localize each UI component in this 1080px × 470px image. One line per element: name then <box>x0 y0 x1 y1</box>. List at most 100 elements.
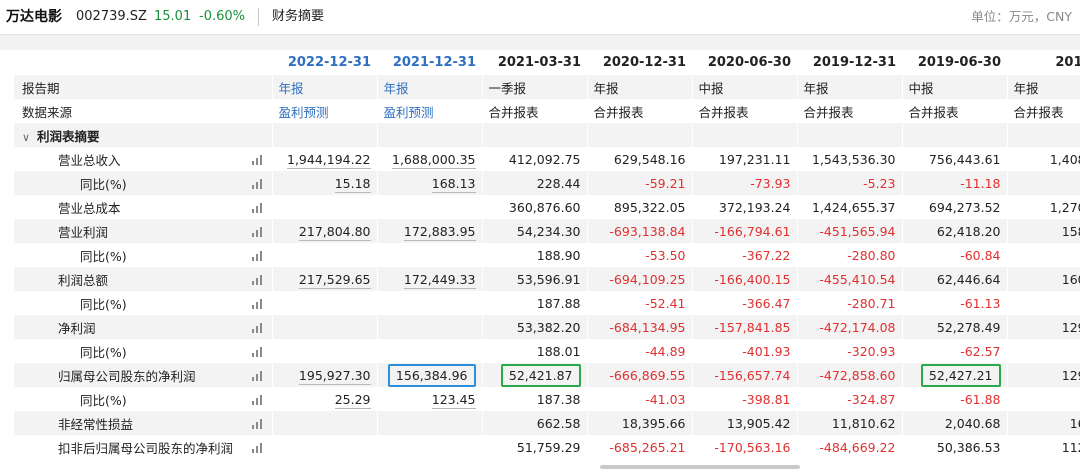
cell-value: 62,418.20 <box>936 223 1001 239</box>
cell-value: -156,657.74 <box>714 367 791 383</box>
chevron-down-icon[interactable]: ∨ <box>22 131 34 144</box>
row-label-text: 数据来源 <box>22 104 73 120</box>
forecast-link[interactable]: 盈利预测 <box>377 99 483 123</box>
cell-value: 18,395.66 <box>621 415 686 431</box>
value-cell: 662.58 <box>482 411 588 435</box>
cell-value: -666,869.55 <box>609 367 686 383</box>
value-cell: 172,449.33 <box>377 267 483 291</box>
cell-value: 895,322.05 <box>613 199 686 215</box>
value-cell: 53,596.91 <box>482 267 588 291</box>
row-label: 营业总成本 <box>14 195 273 219</box>
value-cell: 156,384.96 <box>377 363 483 387</box>
bar-chart-icon[interactable] <box>251 154 264 165</box>
value-cell: 11,810.62 <box>797 411 903 435</box>
value-cell: 123.45 <box>377 387 483 411</box>
cell-value: 187.88 <box>536 295 581 311</box>
data-source-cell: 合并报表 <box>902 99 1008 123</box>
cell-value: -694,109.25 <box>609 271 686 287</box>
cell-value: -693,138.84 <box>609 223 686 239</box>
data-source-cell: 合并报表 <box>482 99 588 123</box>
column-date-header[interactable]: 2021-03-31 <box>482 50 587 75</box>
cell-value: 217,804.80 <box>298 223 371 241</box>
cell-value: -5.23 <box>863 175 896 191</box>
cell-value: -280.80 <box>847 247 896 263</box>
cell-value: 694,273.52 <box>928 199 1001 215</box>
cell-value: -280.71 <box>847 295 896 311</box>
column-date-header[interactable]: 2018-1 <box>1007 50 1080 75</box>
table-row: 扣非后归属母公司股东的净利润 51,759.29 -685,265.21 -170,5… <box>14 435 1080 459</box>
unit-label: 单位：万元，CNY <box>971 9 1072 24</box>
table-row: 营业总收入 1,944,194.22 1,688,000.35 412,092.75 6… <box>14 147 1080 171</box>
value-cell: 52,278.49 <box>902 315 1008 339</box>
horizontal-scrollbar[interactable] <box>600 465 800 469</box>
financial-summary-table: 2022-12-31 2021-12-31 2021-03-31 2020-12-31… <box>14 50 1080 459</box>
bar-chart-icon[interactable] <box>251 394 264 405</box>
value-cell: 360,876.60 <box>482 195 588 219</box>
value-cell: 187.38 <box>482 387 588 411</box>
bar-chart-icon[interactable] <box>251 370 264 381</box>
bar-chart-icon[interactable] <box>251 250 264 261</box>
value-cell: 54,234.30 <box>482 219 588 243</box>
value-cell: 372,193.24 <box>692 195 798 219</box>
row-label-text: 报告期 <box>22 80 60 96</box>
cell-value: -59.21 <box>645 175 686 191</box>
cell-value: 360,876.60 <box>508 199 581 215</box>
value-cell: 195,927.30 <box>272 363 378 387</box>
cell-value: 195,927.30 <box>298 367 371 385</box>
stock-code: 002739.SZ <box>76 9 147 24</box>
value-cell: 1,270,86 <box>1007 195 1080 219</box>
value-cell: 197,231.11 <box>692 147 798 171</box>
cell-value: 756,443.61 <box>928 151 1001 167</box>
bar-chart-icon[interactable] <box>251 418 264 429</box>
section-label: 利润表摘要 <box>37 128 100 144</box>
row-label-text: 营业总成本 <box>58 200 121 216</box>
cell-value: 187.38 <box>536 391 581 407</box>
column-date-header[interactable]: 2021-12-31 <box>377 50 482 75</box>
bar-chart-icon[interactable] <box>251 298 264 309</box>
value-cell: -1 <box>1007 339 1080 363</box>
cell-value: -484,669.22 <box>819 439 896 455</box>
table-row: 同比(%) 25.29 123.45 187.38 -41.03 -398.81 -324.… <box>14 387 1080 411</box>
value-cell: -366.47 <box>692 291 798 315</box>
value-cell <box>377 435 483 459</box>
report-period-cell: 年报 <box>272 75 378 99</box>
cell-value: 16,58 <box>1069 415 1080 431</box>
cell-value: 1,944,194.22 <box>287 151 371 169</box>
value-cell: -694,109.25 <box>587 267 693 291</box>
value-cell: -280.80 <box>797 243 903 267</box>
section-toggle[interactable]: ∨ 利润表摘要 <box>14 123 273 147</box>
section-title: 财务摘要 <box>272 9 325 24</box>
bar-chart-icon[interactable] <box>251 442 264 453</box>
value-cell: -324.87 <box>797 387 903 411</box>
section-header-row[interactable]: ∨ 利润表摘要 <box>14 123 1080 147</box>
row-label-text: 同比(%) <box>80 248 127 264</box>
value-cell: -451,565.94 <box>797 219 903 243</box>
bar-chart-icon[interactable] <box>251 226 264 237</box>
report-period-cell: 年报 <box>1007 75 1080 99</box>
stock-name[interactable]: 万达电影 <box>6 8 62 26</box>
column-date-header[interactable]: 2019-06-30 <box>902 50 1007 75</box>
column-date-header[interactable]: 2020-06-30 <box>692 50 797 75</box>
bar-chart-icon[interactable] <box>251 274 264 285</box>
bar-chart-icon[interactable] <box>251 202 264 213</box>
column-date-header[interactable]: 2019-12-31 <box>797 50 902 75</box>
table-row: 同比(%) 188.01 -44.89 -401.93 -320.93 -62.57 -1 <box>14 339 1080 363</box>
value-cell: -41.03 <box>587 387 693 411</box>
bar-chart-icon[interactable] <box>251 322 264 333</box>
data-source-cell: 合并报表 <box>692 99 798 123</box>
value-cell <box>377 315 483 339</box>
cell-value: -60.84 <box>960 247 1001 263</box>
column-date-header[interactable]: 2020-12-31 <box>587 50 692 75</box>
value-cell: -52.41 <box>587 291 693 315</box>
bar-chart-icon[interactable] <box>251 178 264 189</box>
highlighted-value: 52,421.87 <box>500 363 581 387</box>
cell-value: 217,529.65 <box>298 271 371 289</box>
forecast-link[interactable]: 盈利预测 <box>272 99 378 123</box>
value-cell: -472,858.60 <box>797 363 903 387</box>
value-cell: -1 <box>1007 291 1080 315</box>
value-cell: 62,418.20 <box>902 219 1008 243</box>
column-date-header[interactable]: 2022-12-31 <box>272 50 377 75</box>
bar-chart-icon[interactable] <box>251 346 264 357</box>
financial-table-container[interactable]: 2022-12-31 2021-12-31 2021-03-31 2020-12-31… <box>14 50 1080 470</box>
table-row: 利润总额 217,529.65 172,449.33 53,596.91 -694,10… <box>14 267 1080 291</box>
